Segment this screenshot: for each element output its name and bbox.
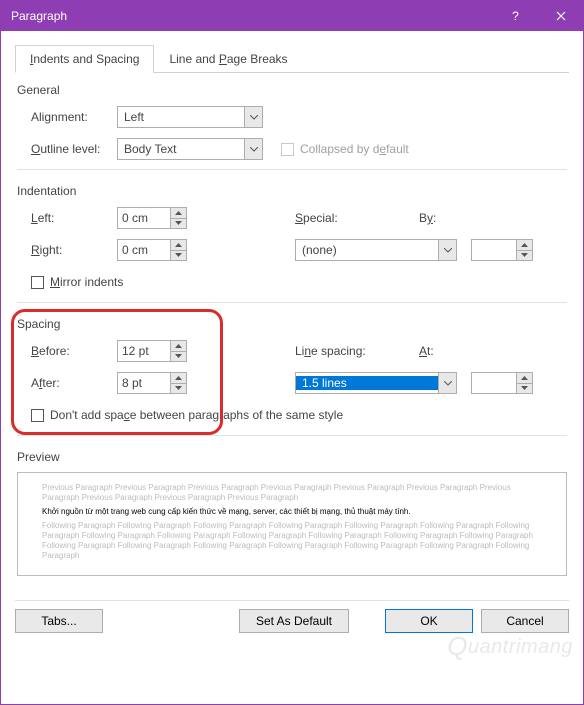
indent-right-input[interactable]: 0 cm [117, 239, 187, 261]
set-default-button[interactable]: Set As Default [239, 609, 349, 633]
help-button[interactable]: ? [493, 1, 538, 31]
chevron-up-icon[interactable] [171, 240, 186, 251]
cancel-button[interactable]: Cancel [481, 609, 569, 633]
paragraph-dialog: Paragraph ? Indents and Spacing Line and… [0, 0, 584, 705]
chevron-down-icon[interactable] [171, 352, 186, 362]
spacing-before-input[interactable]: 12 pt [117, 340, 187, 362]
checkbox-icon [31, 276, 44, 289]
chevron-down-icon [244, 139, 262, 159]
checkbox-icon [31, 409, 44, 422]
dialog-body: Indents and Spacing Line and Page Breaks… [1, 31, 583, 600]
group-spacing-label: Spacing [17, 317, 567, 331]
chevron-up-icon[interactable] [171, 373, 186, 384]
chevron-down-icon[interactable] [171, 384, 186, 394]
chevron-down-icon[interactable] [171, 219, 186, 229]
tab-strip: Indents and Spacing Line and Page Breaks [15, 45, 569, 73]
chevron-up-icon[interactable] [517, 240, 532, 251]
group-preview: Preview Previous Paragraph Previous Para… [17, 450, 567, 576]
dont-add-space-checkbox[interactable]: Don't add space between paragraphs of th… [31, 408, 343, 422]
line-spacing-label: Line spacing: [295, 344, 405, 358]
chevron-down-icon[interactable] [171, 251, 186, 261]
indent-left-input[interactable]: 0 cm [117, 207, 187, 229]
mirror-indents-checkbox[interactable]: Mirror indents [31, 275, 123, 289]
indent-special-label: Special: [295, 211, 405, 225]
tabs-button[interactable]: Tabs... [15, 609, 103, 633]
tab-indents-spacing[interactable]: Indents and Spacing [15, 45, 154, 73]
indent-by-label: By: [419, 211, 436, 225]
group-spacing: Spacing Before: 12 pt Line spacing: At: … [17, 317, 567, 436]
ok-button[interactable]: OK [385, 609, 473, 633]
dialog-footer: Tabs... Set As Default OK Cancel [1, 601, 583, 647]
spacing-after-input[interactable]: 8 pt [117, 372, 187, 394]
indent-by-input[interactable] [471, 239, 533, 261]
collapsed-checkbox: Collapsed by default [281, 142, 409, 156]
chevron-up-icon[interactable] [171, 341, 186, 352]
tab-line-page-breaks[interactable]: Line and Page Breaks [154, 45, 302, 72]
preview-sample-text: Khởi nguồn từ một trang web cung cấp kiế… [42, 507, 542, 517]
alignment-combo[interactable]: Left [117, 106, 263, 128]
group-indentation-label: Indentation [17, 184, 567, 198]
spacing-at-input[interactable] [471, 372, 533, 394]
preview-following-text: Following Paragraph Following Paragraph … [42, 521, 542, 561]
close-button[interactable] [538, 1, 583, 31]
line-spacing-combo[interactable]: 1.5 lines [295, 372, 457, 394]
chevron-down-icon [244, 107, 262, 127]
group-general: General Alignment: Left Outline level: B… [17, 83, 567, 170]
window-title: Paragraph [11, 9, 493, 23]
chevron-down-icon [438, 240, 456, 260]
chevron-down-icon[interactable] [517, 251, 532, 261]
chevron-up-icon[interactable] [517, 373, 532, 384]
checkbox-icon [281, 143, 294, 156]
spacing-before-label: Before: [31, 344, 117, 358]
indent-left-label: Left: [31, 211, 117, 225]
chevron-down-icon [438, 373, 456, 393]
titlebar: Paragraph ? [1, 1, 583, 31]
group-preview-label: Preview [17, 450, 567, 464]
preview-box: Previous Paragraph Previous Paragraph Pr… [17, 472, 567, 576]
chevron-down-icon[interactable] [517, 384, 532, 394]
spacing-after-label: After: [31, 376, 117, 390]
indent-special-combo[interactable]: (none) [295, 239, 457, 261]
group-general-label: General [17, 83, 567, 97]
chevron-up-icon[interactable] [171, 208, 186, 219]
outline-combo[interactable]: Body Text [117, 138, 263, 160]
indent-right-label: Right: [31, 243, 117, 257]
preview-prev-text: Previous Paragraph Previous Paragraph Pr… [42, 483, 542, 503]
outline-label: Outline level: [31, 142, 117, 156]
spacing-at-label: At: [419, 344, 434, 358]
group-indentation: Indentation Left: 0 cm Special: By: Righ… [17, 184, 567, 303]
alignment-label: Alignment: [31, 110, 117, 124]
